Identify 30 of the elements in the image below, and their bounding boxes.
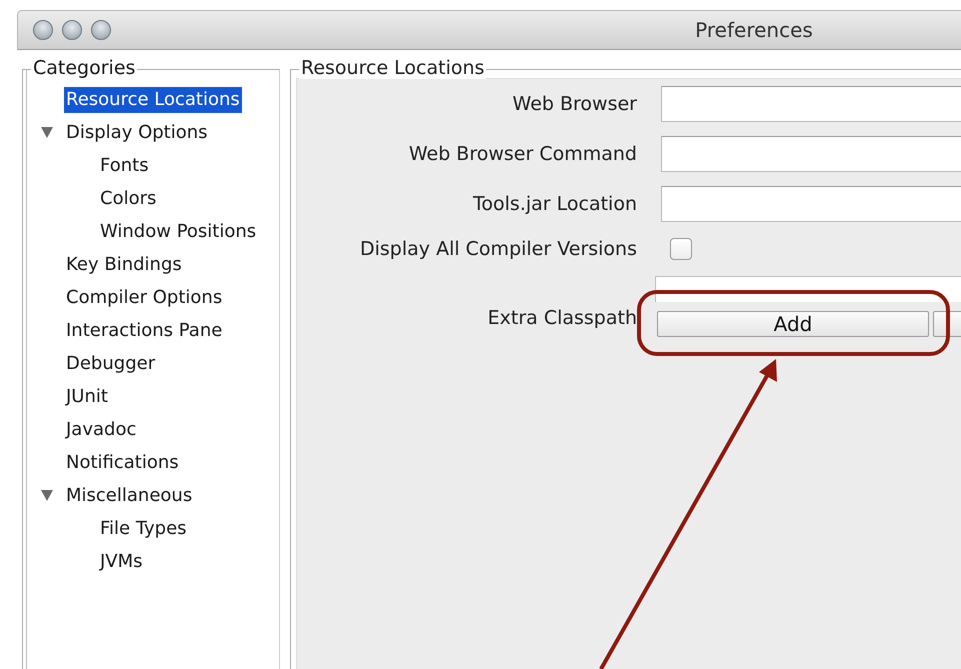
field-label: Extra Classpath: [486, 307, 637, 331]
tree-item[interactable]: Colors: [98, 186, 158, 212]
tree-item[interactable]: Display Options: [64, 120, 210, 146]
tree-item[interactable]: JUnit: [64, 384, 110, 410]
minimize-button[interactable]: [62, 20, 82, 40]
close-button[interactable]: [33, 20, 53, 40]
tree-item[interactable]: Notifications: [64, 450, 181, 476]
tree-item[interactable]: Key Bindings: [64, 252, 184, 278]
tree-item[interactable]: Compiler Options: [64, 284, 224, 310]
tree-item[interactable]: Miscellaneous: [64, 482, 194, 508]
disclosure-triangle-icon[interactable]: [41, 127, 53, 138]
field-label: Tools.jar Location: [472, 193, 637, 215]
field-label: Web Browser: [512, 93, 637, 115]
window-title: Preferences: [695, 18, 813, 42]
tree-item[interactable]: Fonts: [98, 152, 151, 178]
tree-item[interactable]: Interactions Pane: [64, 318, 224, 344]
tree-item[interactable]: File Types: [98, 516, 189, 542]
field-label: Display All Compiler Versions: [359, 238, 637, 260]
field-label: Web Browser Command: [408, 143, 637, 165]
add-button[interactable]: Add: [657, 311, 929, 337]
zoom-button[interactable]: [91, 20, 111, 40]
tree-item[interactable]: Window Positions: [98, 218, 258, 244]
tree-item[interactable]: Resource Locations: [64, 86, 242, 112]
tree-item[interactable]: Debugger: [64, 350, 158, 376]
tree-item[interactable]: Javadoc: [64, 416, 138, 442]
panel-title: Categories: [31, 57, 138, 79]
disclosure-triangle-icon[interactable]: [41, 490, 53, 501]
checkbox[interactable]: [670, 238, 692, 260]
panel-title: Resource Locations: [299, 57, 486, 79]
tree-item[interactable]: JVMs: [98, 548, 145, 574]
